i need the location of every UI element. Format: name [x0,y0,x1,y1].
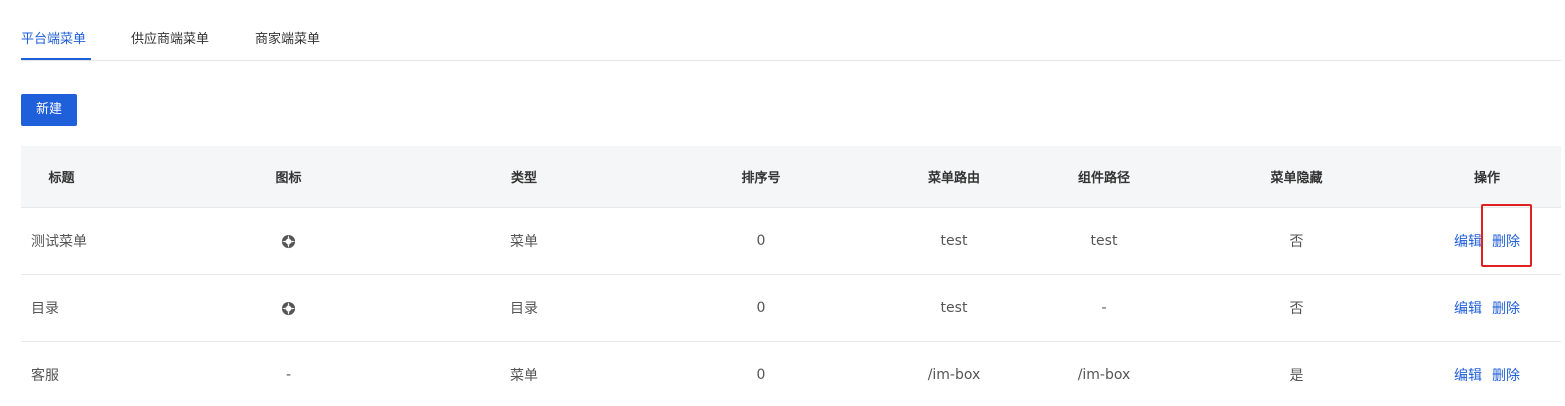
cell-type: 菜单 [406,341,642,406]
cell-actions: 编辑 删除 [1413,274,1561,342]
table-header-row: 标题 图标 类型 排序号 菜单路由 组件路径 菜单隐藏 操作 [21,146,1561,208]
aperture-icon [281,300,296,316]
new-button[interactable]: 新建 [21,94,77,126]
cell-actions: 编辑 删除 [1413,207,1561,275]
header-hidden: 菜单隐藏 [1180,146,1413,208]
cell-type: 目录 [406,274,642,342]
cell-hidden: 否 [1180,207,1413,275]
table-row: 目录 目录 0 test - 否 编辑 删除 [21,274,1561,342]
header-title: 标题 [21,146,171,208]
cell-hidden: 是 [1180,341,1413,406]
cell-type: 菜单 [406,207,642,275]
cell-hidden: 否 [1180,274,1413,342]
tab-label: 商家端菜单 [255,32,321,47]
cell-component: - [1028,274,1180,342]
header-actions: 操作 [1413,146,1561,208]
cell-order: 0 [642,207,880,275]
header-type: 类型 [406,146,642,208]
tab-label: 平台端菜单 [21,32,87,47]
header-route: 菜单路由 [880,146,1028,208]
tab-merchant-menu[interactable]: 商家端菜单 [255,30,320,59]
cell-route: test [880,207,1028,275]
active-tab-indicator [21,58,91,60]
tab-platform-menu[interactable]: 平台端菜单 [21,30,91,60]
cell-order: 0 [642,341,880,406]
table-row: 测试菜单 菜单 0 test test 否 编辑 删除 [21,207,1561,275]
header-icon: 图标 [171,146,406,208]
cell-title: 客服 [21,341,171,406]
table-row: 客服 - 菜单 0 /im-box /im-box 是 编辑 删除 [21,341,1561,406]
cell-actions: 编辑 删除 [1413,341,1561,406]
menu-management-page: 平台端菜单 供应商端菜单 商家端菜单 新建 标题 图标 类型 排序号 菜单路由 … [0,0,1565,406]
cell-title: 测试菜单 [21,207,171,275]
header-order: 排序号 [642,146,880,208]
menu-tabs: 平台端菜单 供应商端菜单 商家端菜单 [21,0,1561,61]
delete-link[interactable]: 删除 [1492,234,1520,250]
edit-link[interactable]: 编辑 [1454,234,1482,250]
edit-link[interactable]: 编辑 [1454,301,1482,317]
cell-route: test [880,274,1028,342]
cell-icon: - [171,341,406,406]
cell-component: test [1028,207,1180,275]
edit-link[interactable]: 编辑 [1454,368,1482,384]
cell-order: 0 [642,274,880,342]
delete-link[interactable]: 删除 [1492,368,1520,384]
tab-label: 供应商端菜单 [131,32,210,47]
tab-supplier-menu[interactable]: 供应商端菜单 [131,30,209,59]
header-component: 组件路径 [1028,146,1180,208]
aperture-icon [281,233,296,249]
menu-table: 标题 图标 类型 排序号 菜单路由 组件路径 菜单隐藏 操作 测试菜单 菜单 0… [21,146,1561,406]
cell-component: /im-box [1028,341,1180,406]
cell-title: 目录 [21,274,171,342]
cell-route: /im-box [880,341,1028,406]
delete-link[interactable]: 删除 [1492,301,1520,317]
